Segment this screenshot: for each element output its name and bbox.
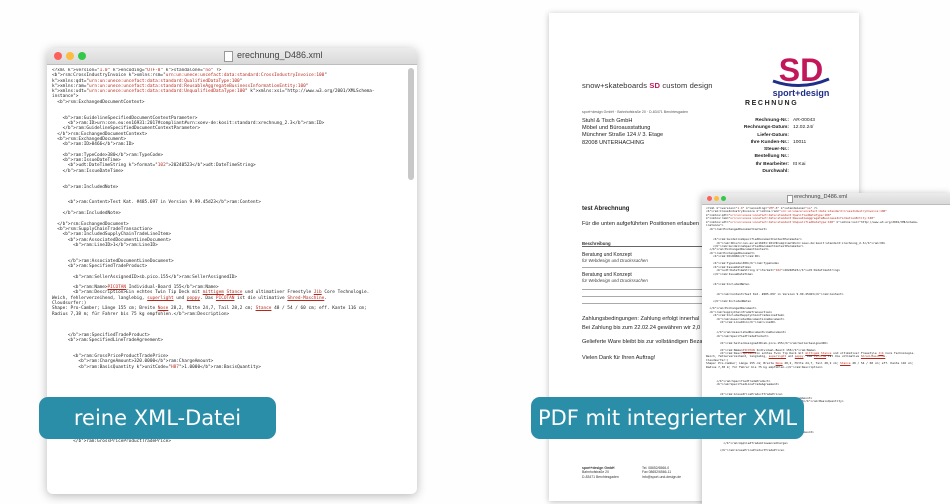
window-title: erechnung_D486.xml — [237, 50, 323, 60]
meta-value — [793, 132, 841, 139]
window-title: erechnung_D486.xml — [794, 194, 848, 200]
meta-value — [793, 168, 841, 175]
meta-label: Rechnungs-Datum: — [743, 125, 789, 131]
meta-label: Steuer-Nr.: — [763, 147, 789, 153]
close-window-button[interactable] — [707, 196, 712, 201]
close-window-button[interactable] — [54, 52, 62, 60]
label-pdf-with-xml: PDF mit integrierter XML — [531, 397, 804, 439]
xml-content[interactable]: <?xml k">version="1.0" k">encoding="UTF-… — [706, 207, 950, 504]
address-line: Stuhl & Tisch GmbH — [582, 118, 633, 124]
meta-row: Ihre Kunden-Nr.: 10011 — [729, 139, 841, 146]
document-icon — [787, 195, 793, 203]
invoice-title: RECHNUNG — [745, 100, 799, 107]
brand-tagline: snow+skateboards SD custom design — [582, 81, 713, 90]
divider — [582, 303, 722, 304]
invoice-subject: test Abrechnung — [582, 206, 630, 212]
logo-name: sport+design — [773, 88, 830, 98]
window-titlebar: erechnung_D486.xml — [702, 193, 950, 205]
meta-row: Steuer-Nr.: — [729, 146, 841, 153]
intro-text: Für die unten aufgeführten Positionen er… — [582, 221, 699, 227]
meta-value: AR-00043 — [793, 118, 816, 123]
invoice-meta: Rechnung-Nr.: AR-00043 Rechnungs-Datum: 12… — [729, 117, 841, 175]
meta-label: Ihr Bearbeiter: — [755, 161, 789, 167]
item-description: für Webdesign und Druckssachen — [582, 258, 648, 263]
meta-label: Liefer-Datum: — [757, 132, 789, 138]
invoice-line-item: Beratung und Konzept für Webdesign und D… — [582, 252, 648, 264]
meta-value: Itt Kai — [793, 161, 806, 167]
meta-label: Bestellung Nr.: — [754, 154, 789, 160]
meta-row: Durchwahl: — [729, 168, 841, 175]
footer-line: info@sport-und-design.de — [642, 474, 682, 479]
meta-label: Ihre Kunden-Nr.: — [750, 139, 789, 145]
footer-line: D-83471 Berchtesgaden — [582, 474, 619, 479]
divider — [582, 289, 722, 290]
meta-row: Bestellung Nr.: — [729, 153, 841, 160]
meta-value: 12.02.24/ — [793, 125, 814, 131]
footer-company: sport+design GmbH Bahnhofstraße 20 D-834… — [582, 466, 619, 479]
brand-separator: SD — [649, 81, 661, 90]
address-line: 82008 UNTERHACHING — [582, 139, 645, 146]
invoice-line-item: Beratung und Konzept für Webdesign und D… — [582, 272, 648, 284]
zoom-window-button[interactable] — [721, 196, 726, 201]
meta-value — [793, 146, 841, 153]
divider — [582, 267, 722, 268]
meta-row: Rechnungs-Datum: 12.02.24/ — [729, 124, 841, 131]
meta-label: Rechnung-Nr.: — [755, 118, 789, 123]
meta-value — [793, 153, 841, 160]
xml-source-text: <?xml k">version="1.0" k">encoding="UTF-… — [52, 68, 375, 444]
footer-contact: Tel. 08652/6566-0 Fax 08652/6566-11 info… — [642, 466, 681, 479]
divider — [582, 296, 722, 297]
sport-design-logo: SD sport+design — [772, 52, 830, 98]
meta-value: 10011 — [793, 139, 807, 145]
address-line: Möbel und Büroausstattung — [582, 125, 651, 132]
brand-part-1: snow+skateboards — [582, 81, 648, 90]
meta-label: Durchwahl: — [762, 169, 789, 175]
vertical-scrollbar[interactable] — [408, 68, 414, 180]
payment-terms: Zahlungsbedingungen: Zahlung erfolgt inn… — [582, 316, 700, 322]
thanks-note: Vielen Dank für Ihren Auftrag! — [582, 355, 656, 361]
embedded-xml-window: erechnung_D486.xml <?xml k">version="1.0… — [702, 193, 950, 504]
meta-row: Rechnung-Nr.: AR-00043 — [729, 117, 841, 124]
label-plain-xml: reine XML-Datei — [39, 397, 276, 439]
sender-line: sport+design GmbH · Bahnhofstraße 20 · D… — [582, 110, 688, 114]
address-line: Münchner Straße 124 // 3. Etage — [582, 132, 664, 139]
minimize-window-button[interactable] — [66, 52, 74, 60]
meta-row: Liefer-Datum: — [729, 132, 841, 139]
meta-row: Ihr Bearbeiter: Itt Kai — [729, 161, 841, 168]
zoom-window-button[interactable] — [78, 52, 86, 60]
item-description: für Webdesign und Druckssachen — [582, 278, 648, 283]
discount-terms: Bei Zahlung bis zum 22.02.24 gewähren wi… — [582, 325, 701, 331]
minimize-window-button[interactable] — [714, 196, 719, 201]
retention-note: Gelieferte Ware bleibt bis zur vollständ… — [582, 339, 703, 345]
document-icon — [224, 51, 233, 62]
table-header: Beschreibung — [582, 241, 712, 247]
brand-part-2: custom design — [662, 81, 713, 90]
window-titlebar: erechnung_D486.xml — [47, 48, 417, 65]
recipient-address: Stuhl & Tisch GmbH Möbel und Büroausstat… — [582, 118, 663, 147]
